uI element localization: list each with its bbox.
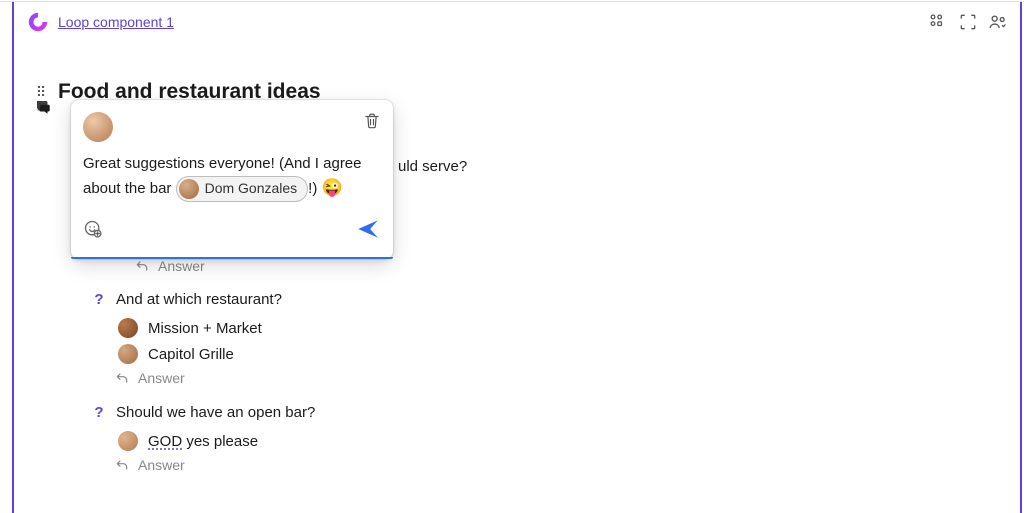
mention-name: Dom Gonzales	[205, 178, 298, 200]
answer-label: Answer	[138, 457, 185, 473]
popover-focus-bar	[71, 257, 393, 259]
question-row[interactable]: ? Should we have an open bar?	[94, 404, 315, 421]
comment-anchor	[34, 98, 52, 116]
loop-header: Loop component 1	[14, 2, 1020, 40]
loop-component-frame: Loop component 1 ⠿	[12, 2, 1022, 513]
question-text: Should we have an open bar?	[116, 404, 315, 421]
mention-avatar	[179, 179, 199, 199]
apps-grid-icon[interactable]	[928, 12, 948, 32]
answer-row[interactable]: Capitol Grille	[118, 344, 315, 364]
avatar	[118, 318, 138, 338]
answer-action-3[interactable]: Answer	[114, 457, 315, 473]
answer-row[interactable]: GOD yes please	[118, 431, 315, 451]
question-1-partial-text: uld serve?	[398, 158, 467, 175]
reaction-emoji: 😜	[322, 178, 343, 197]
comment-popover: Great suggestions everyone! (And I agree…	[71, 100, 393, 259]
comment-popover-footer	[83, 210, 381, 257]
comment-thread-icon[interactable]	[34, 98, 52, 116]
question-text: And at which restaurant?	[116, 291, 282, 308]
delete-comment-button[interactable]	[363, 112, 381, 135]
comment-body[interactable]: Great suggestions everyone! (And I agree…	[83, 152, 381, 202]
answer-action-2[interactable]: Answer	[114, 370, 315, 386]
header-actions	[928, 12, 1008, 32]
qa-block-2: ? And at which restaurant? Mission + Mar…	[94, 291, 315, 386]
mention-chip[interactable]: Dom Gonzales	[176, 176, 309, 202]
qa-block-3: ? Should we have an open bar? GOD yes pl…	[94, 404, 315, 473]
avatar	[118, 344, 138, 364]
send-comment-button[interactable]	[355, 216, 381, 247]
answer-label: Answer	[138, 370, 185, 386]
comment-author-avatar[interactable]	[83, 112, 113, 142]
answer-text: Capitol Grille	[148, 346, 234, 363]
question-mark-icon: ?	[94, 404, 104, 421]
answer-text: Mission + Market	[148, 320, 262, 337]
add-reaction-button[interactable]	[83, 219, 103, 244]
loop-logo-icon	[26, 10, 50, 34]
avatar	[118, 431, 138, 451]
comment-text-after: !)	[308, 180, 321, 197]
answer-text: GOD yes please	[148, 433, 258, 450]
answer-row[interactable]: Mission + Market	[118, 318, 315, 338]
document-content: ⠿ Food and restaurant ideas	[14, 40, 1020, 104]
expand-icon[interactable]	[958, 12, 978, 32]
question-row[interactable]: ? And at which restaurant?	[94, 291, 315, 308]
loop-component-link[interactable]: Loop component 1	[58, 14, 174, 30]
spellcheck-word: GOD	[148, 433, 182, 450]
question-mark-icon: ?	[94, 291, 104, 308]
share-people-icon[interactable]	[988, 12, 1008, 32]
comment-popover-header	[83, 112, 381, 142]
